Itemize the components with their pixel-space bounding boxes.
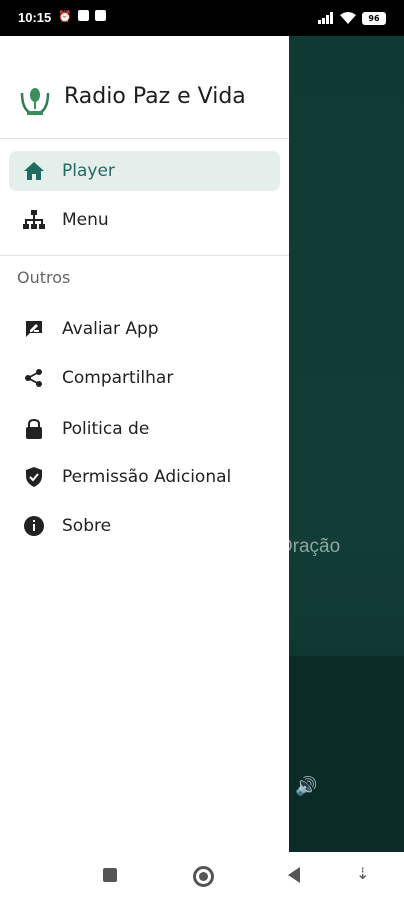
drawer-item-label: Menu	[62, 210, 109, 230]
hide-keyboard-icon[interactable]: ⇣	[356, 864, 369, 883]
section-title-outros: Outros	[17, 268, 71, 287]
notification-icon	[77, 10, 89, 21]
drawer-item-label: Avaliar App	[62, 319, 159, 339]
recent-apps-button[interactable]	[103, 868, 117, 882]
app-title: Radio Paz e Vida	[64, 84, 246, 109]
app-logo	[18, 83, 52, 117]
drawer-item-permissao-adicional[interactable]: Permissão Adicional	[9, 457, 280, 497]
drawer-item-compartilhar[interactable]: Compartilhar	[9, 358, 280, 398]
info-icon	[23, 515, 45, 537]
media-icon	[94, 10, 106, 21]
drawer-item-label: Politica de	[62, 419, 150, 439]
drawer-item-politica[interactable]: Politica de	[9, 409, 280, 449]
drawer-item-label: Player	[62, 161, 115, 181]
navigation-drawer: Radio Paz e Vida Player Menu Outros Aval…	[0, 36, 289, 852]
home-button[interactable]	[193, 866, 214, 887]
status-time: 10:15	[18, 10, 52, 25]
drawer-item-avaliar-app[interactable]: Avaliar App	[9, 309, 280, 349]
wifi-icon	[340, 9, 356, 28]
battery-icon: 96	[362, 12, 386, 25]
drawer-header: Radio Paz e Vida	[0, 36, 289, 139]
back-button[interactable]	[288, 867, 300, 883]
home-icon	[23, 160, 45, 182]
drawer-divider	[0, 255, 289, 256]
status-bar: 10:15 ⏰ 96	[0, 0, 404, 36]
alarm-icon: ⏰	[58, 10, 72, 23]
lock-icon	[23, 418, 45, 440]
drawer-item-label: Permissão Adicional	[62, 467, 232, 487]
drawer-item-menu[interactable]: Menu	[9, 200, 280, 240]
drawer-item-sobre[interactable]: Sobre	[9, 506, 280, 546]
signal-icon	[318, 9, 334, 28]
system-navigation-bar: ⇣	[0, 852, 404, 900]
rate-review-icon	[23, 318, 45, 340]
volume-icon[interactable]: 🔊	[295, 776, 317, 797]
drawer-item-label: Sobre	[62, 516, 112, 536]
drawer-item-player[interactable]: Player	[9, 151, 280, 191]
shield-check-icon	[23, 466, 45, 488]
drawer-item-label: Compartilhar	[62, 368, 174, 388]
sitemap-icon	[23, 209, 45, 231]
share-icon	[23, 367, 45, 389]
